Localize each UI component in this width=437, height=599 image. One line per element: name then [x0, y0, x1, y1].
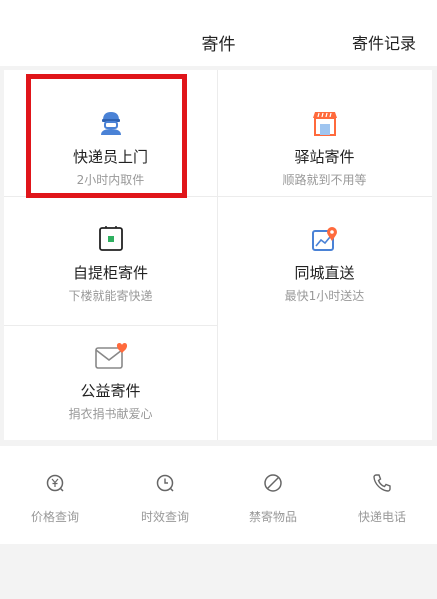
- tool-label: 禁寄物品: [248, 510, 297, 524]
- service-same-city[interactable]: 同城直送 最快1小时送达: [217, 226, 432, 304]
- tool-courier-phone[interactable]: 快递电话: [327, 446, 437, 525]
- service-subtitle: 下楼就能寄快递: [68, 289, 153, 303]
- service-locker[interactable]: 自提柜寄件 下楼就能寄快递: [4, 226, 217, 304]
- tool-forbidden-items[interactable]: 禁寄物品: [218, 446, 328, 525]
- service-subtitle: 顺路就到不用等: [282, 173, 367, 187]
- forbidden-icon: [264, 474, 282, 492]
- price-icon: [46, 474, 64, 492]
- clock-icon: [156, 474, 174, 492]
- tool-label: 时效查询: [140, 510, 189, 524]
- service-subtitle: 捐衣捐书献爱心: [68, 407, 153, 421]
- tool-time-query[interactable]: 时效查询: [110, 446, 220, 525]
- grid-divider: [4, 325, 217, 326]
- tool-price-query[interactable]: 价格查询: [0, 446, 110, 525]
- selection-highlight: [26, 74, 187, 198]
- service-station[interactable]: 驿站寄件 顺路就到不用等: [217, 110, 432, 188]
- locker-icon: [98, 226, 123, 251]
- map-pin-icon: [311, 227, 337, 251]
- station-icon: [312, 112, 337, 136]
- service-subtitle: 最快1小时送达: [284, 289, 365, 303]
- service-charity[interactable]: 公益寄件 捐衣捐书献爱心: [4, 342, 217, 422]
- service-label: 同城直送: [294, 264, 355, 282]
- service-label: 驿站寄件: [294, 148, 355, 166]
- service-label: 公益寄件: [80, 382, 141, 400]
- top-bar: 寄件 寄件记录: [0, 0, 437, 66]
- tool-label: 价格查询: [30, 510, 79, 524]
- phone-icon: [373, 474, 391, 492]
- service-label: 自提柜寄件: [72, 264, 148, 282]
- send-record-link[interactable]: 寄件记录: [352, 30, 416, 54]
- heart-envelope-icon: [94, 343, 127, 369]
- tool-label: 快递电话: [357, 510, 406, 524]
- tool-bar: 价格查询 时效查询 禁寄物品 快递电话: [0, 446, 437, 544]
